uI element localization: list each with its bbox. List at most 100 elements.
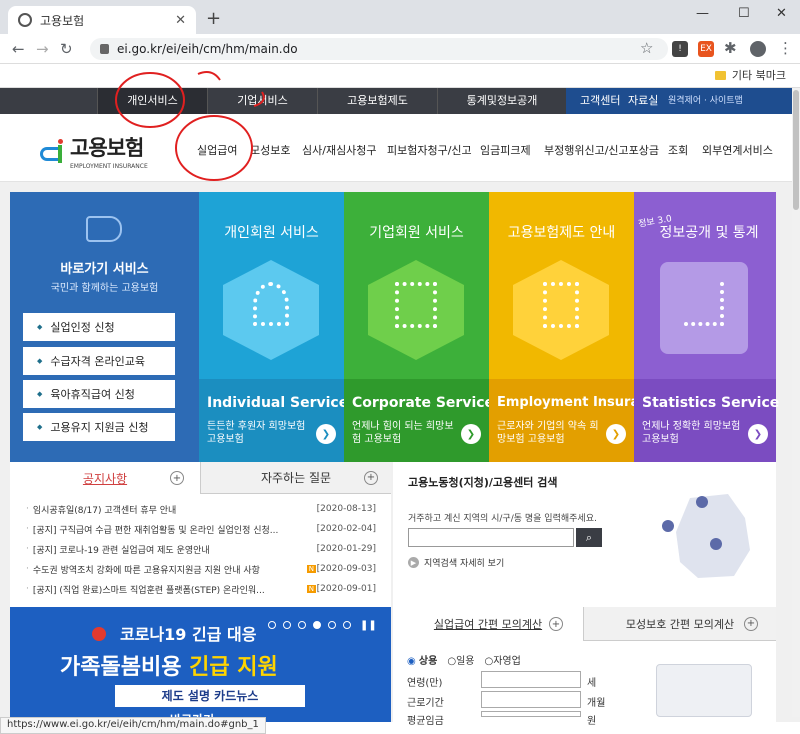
browser-tab[interactable]: 고용보험 ✕ — [8, 6, 196, 34]
tab-title: 고용보험 — [40, 13, 85, 28]
address-bar[interactable]: ei.go.kr/ei/eih/cm/hm/main.do — [90, 38, 668, 60]
scrollbar-thumb[interactable] — [793, 90, 799, 210]
forward-icon[interactable]: → — [36, 40, 49, 58]
maximize-button[interactable]: ☐ — [738, 6, 750, 21]
person-icon — [253, 282, 289, 326]
banner-dot[interactable] — [268, 621, 276, 629]
tab-label: 모성보호 간편 모의계산 — [625, 617, 735, 631]
annotation-scribbles — [115, 71, 265, 181]
globe-icon — [18, 13, 32, 27]
extension-icon[interactable]: EX — [698, 41, 714, 57]
service-en: Corporate Service — [352, 395, 495, 411]
service-title: 정보공개 및 통계 — [659, 225, 759, 241]
list-item[interactable]: [공지] 구직급여 수급 편한 재취업활동 및 온라인 실업인정 신청...[2… — [26, 519, 376, 539]
new-badge: N — [306, 585, 316, 593]
avg-wage-label: 평균임금 — [407, 716, 444, 727]
banner-dot-active[interactable] — [313, 621, 321, 629]
list-item[interactable]: 수도권 방역조치 강화에 따른 고용유지지원금 지원 안내 사항N[2020-0… — [26, 559, 376, 579]
service-individual[interactable]: 개인회원 서비스 Individual Service 든든한 후원자 희망보험… — [199, 192, 348, 462]
tab-faq-label: 자주하는 질문 — [260, 471, 332, 485]
radio-self-employed[interactable]: ○자영업 — [484, 652, 520, 667]
service-title: 개인회원 서비스 — [224, 225, 319, 241]
megaphone-icon — [86, 216, 122, 242]
avg-wage-input[interactable] — [481, 711, 581, 717]
new-tab-button[interactable]: + — [206, 8, 221, 29]
age-unit: 세 — [587, 678, 597, 689]
quick-retention-subsidy[interactable]: 고용유지 지원금 신청 — [23, 413, 175, 441]
building-icon — [395, 282, 437, 328]
minimize-button[interactable]: — — [696, 6, 709, 21]
more-plus-icon[interactable]: + — [170, 471, 184, 485]
arrow-right-icon[interactable]: ❯ — [748, 424, 768, 444]
service-system[interactable]: 고용보험제도 안내 Employment Insurance 근로자와 기업의 … — [489, 192, 665, 462]
service-en: Individual Service — [207, 395, 349, 411]
back-icon[interactable]: ← — [12, 40, 25, 58]
radio-daily[interactable]: ○일용 — [447, 652, 474, 667]
tab-notice-label: 공지사항 — [82, 471, 128, 486]
service-en: Statistics Service — [642, 395, 780, 411]
list-item[interactable]: [공지] (직업 완료)스마트 직업훈련 플랫폼(STEP) 온라인워...N[… — [26, 579, 376, 599]
profile-icon[interactable] — [750, 41, 766, 57]
more-plus-icon[interactable]: + — [744, 616, 758, 631]
play-icon: ▶ — [408, 557, 419, 568]
calculator-icon — [656, 664, 752, 717]
service-title: 기업회원 서비스 — [369, 225, 464, 241]
quick-unemployment-apply[interactable]: 실업인정 신청 — [23, 313, 175, 341]
service-desc: 언제나 힘이 되는 희망보험 고용보험 — [352, 421, 454, 445]
center-search-desc: 거주하고 계신 지역의 시/구/동 명을 입력해주세요. — [408, 514, 597, 524]
age-input[interactable] — [481, 671, 581, 688]
radio-icon: ○ — [447, 656, 457, 667]
service-stats[interactable]: 정보 3.0 정보공개 및 통계 Statistics Service 언제나 … — [634, 192, 780, 462]
banner-dot[interactable] — [298, 621, 306, 629]
banner-line1: 코로나19 긴급 대응 — [120, 625, 257, 644]
banner-dot[interactable] — [343, 621, 351, 629]
quick-parental-leave[interactable]: 육아휴직급여 신청 — [23, 380, 175, 408]
arrow-right-icon[interactable]: ❯ — [606, 424, 626, 444]
bar-chart-icon — [684, 282, 724, 326]
close-tab-icon[interactable]: ✕ — [175, 13, 186, 28]
new-badge: N — [306, 565, 316, 573]
menu-icon[interactable]: ⋮ — [778, 39, 793, 57]
quick-online-education[interactable]: 수급자격 온라인교육 — [23, 347, 175, 375]
service-desc: 근로자와 기업의 약속 희망보험 고용보험 — [497, 421, 599, 445]
arrow-right-icon[interactable]: ❯ — [316, 424, 336, 444]
radio-regular[interactable]: ◉ 상용 — [407, 652, 437, 667]
puzzle-icon[interactable]: ✱ — [724, 39, 737, 57]
center-search-input[interactable] — [408, 528, 574, 547]
tab-notice[interactable]: 공지사항 + — [10, 462, 200, 494]
work-period-input[interactable] — [481, 691, 581, 708]
pause-icon[interactable]: ❚❚ — [360, 620, 377, 631]
reload-icon[interactable]: ↻ — [60, 40, 73, 58]
avg-wage-unit: 원 — [587, 716, 597, 727]
arrow-right-icon[interactable]: ❯ — [461, 424, 481, 444]
close-window-button[interactable]: ✕ — [776, 6, 787, 21]
status-bar: https://www.ei.go.kr/ei/eih/cm/hm/main.d… — [0, 717, 266, 734]
lock-icon — [100, 44, 109, 54]
list-item[interactable]: 임시공휴일(8/17) 고객센터 휴무 안내[2020-08-13] — [26, 499, 376, 519]
work-period-unit: 개월 — [587, 698, 606, 709]
center-search-title: 고용노동청(지청)/고용센터 검색 — [408, 476, 558, 489]
more-plus-icon[interactable]: + — [364, 470, 378, 485]
radio-selected-icon: ◉ — [407, 656, 416, 667]
tab-unemployment-calc[interactable]: 실업급여 간편 모의계산 + — [393, 607, 583, 641]
age-label: 연령(만) — [407, 678, 443, 689]
more-plus-icon[interactable]: + — [549, 617, 563, 631]
work-period-label: 근로기간 — [407, 698, 444, 709]
document-icon — [543, 282, 579, 328]
extension-icon[interactable]: ! — [672, 41, 688, 57]
tab-faq[interactable]: 자주하는 질문 + — [200, 462, 391, 494]
tab-maternity-calc[interactable]: 모성보호 간편 모의계산 + — [583, 607, 776, 641]
bookmark-star-icon[interactable]: ☆ — [640, 39, 653, 57]
region-detail-label: 지역검색 자세히 보기 — [424, 559, 505, 569]
region-detail-link[interactable]: ▶ 지역검색 자세히 보기 — [408, 556, 504, 569]
service-desc: 든든한 후원자 희망보험 고용보험 — [207, 421, 306, 445]
radio-icon: ○ — [484, 656, 494, 667]
banner-dot[interactable] — [283, 621, 291, 629]
list-item[interactable]: [공지] 코로나-19 관련 실업급여 제도 운영안내[2020-01-29] — [26, 539, 376, 559]
banner-line2: 가족돌봄비용 긴급 지원 — [60, 655, 278, 680]
korea-map-icon — [662, 494, 750, 578]
search-button[interactable]: ⌕ — [576, 528, 602, 547]
banner-line3: 제도 설명 카드뉴스 — [115, 685, 305, 707]
service-corporate[interactable]: 기업회원 서비스 Corporate Service 언제나 힘이 되는 희망보… — [344, 192, 494, 462]
banner-dot[interactable] — [328, 621, 336, 629]
